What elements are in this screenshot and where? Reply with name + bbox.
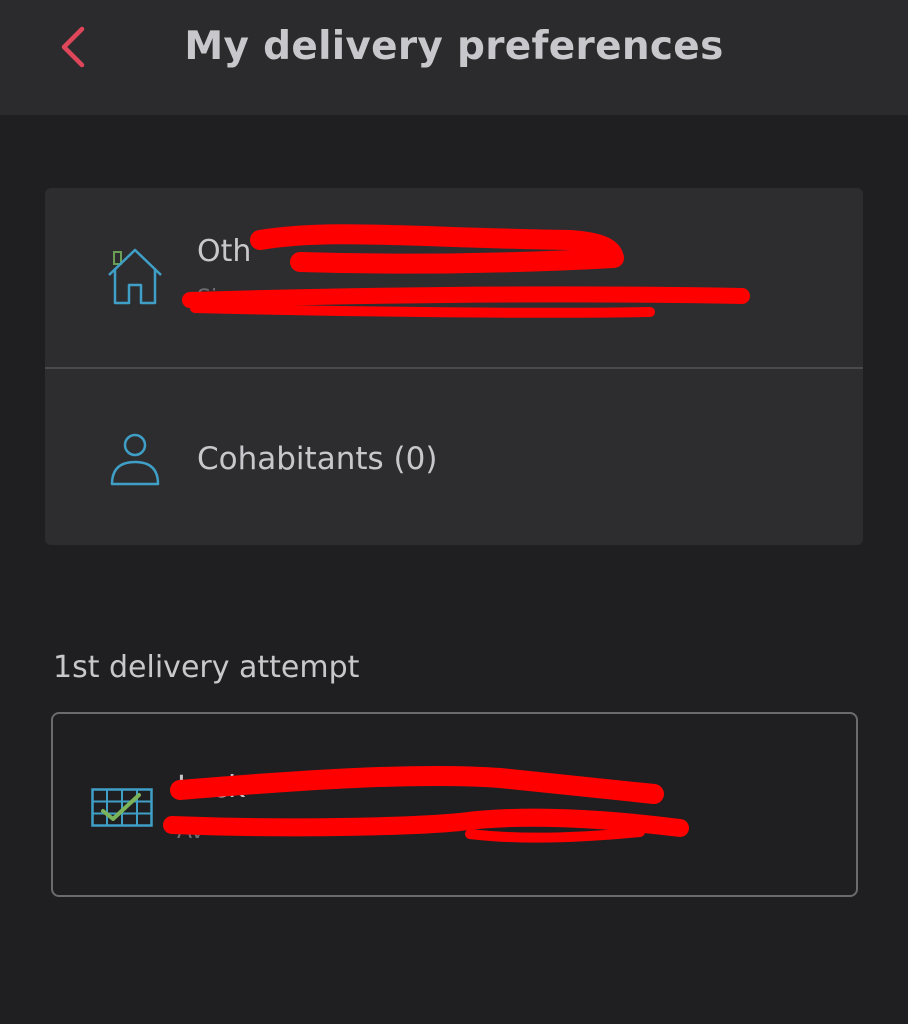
app-header: My delivery preferences (0, 0, 908, 115)
address-card: Oth Si Cohabitants (0) (45, 188, 863, 545)
parcel-locker-icon (91, 788, 153, 827)
address-subtitle: Si (197, 286, 218, 311)
page-title: My delivery preferences (184, 24, 724, 69)
cohabitants-label: Cohabitants (0) (197, 441, 438, 477)
parcel-locker-option[interactable]: Lock Av (51, 712, 858, 897)
delivery-preferences-screen: My delivery preferences Oth Si Cohabitan… (0, 0, 908, 1024)
cohabitants-row[interactable]: Cohabitants (0) (45, 369, 863, 545)
locker-address: Av (177, 819, 204, 844)
address-title: Oth (197, 234, 252, 269)
section-title: 1st delivery attempt (53, 650, 360, 685)
house-icon (108, 248, 162, 305)
locker-title: Lock (177, 770, 246, 805)
person-icon (110, 433, 160, 486)
home-address-row[interactable]: Oth Si (45, 188, 863, 367)
